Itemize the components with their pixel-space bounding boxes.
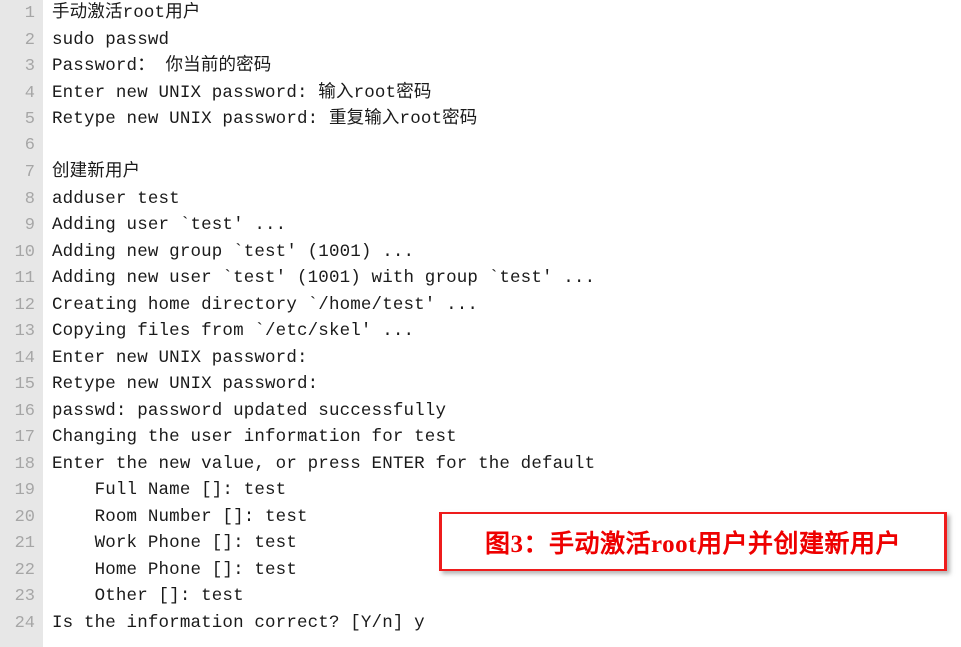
line-content: Home Phone []: test bbox=[52, 559, 297, 580]
line-content: Other []: test bbox=[52, 586, 244, 606]
line-number: 6 bbox=[24, 135, 35, 155]
code-line: 1 手动激活root用户 bbox=[0, 0, 961, 27]
code-line: 18 Enter the new value, or press ENTER fo… bbox=[0, 451, 961, 478]
code-line: 12 Creating home directory `/home/test' .… bbox=[0, 292, 961, 319]
code-line: 2 sudo passwd bbox=[0, 27, 961, 54]
line-content: Enter new UNIX password: bbox=[52, 347, 308, 368]
code-line: 19 Full Name []: test bbox=[0, 477, 961, 504]
line-content: Adding new user `test' (1001) with group… bbox=[52, 268, 596, 288]
line-content: Copying files from `/etc/skel' ... bbox=[52, 321, 415, 341]
line-content: Enter the new value, or press ENTER for … bbox=[52, 453, 596, 474]
line-number: 12 bbox=[14, 295, 35, 315]
line-content: adduser test bbox=[52, 188, 180, 209]
line-content: Retype new UNIX password: 重复输入root密码 bbox=[52, 109, 478, 129]
line-number: 16 bbox=[14, 401, 35, 421]
line-number: 23 bbox=[14, 587, 35, 606]
code-line: 5 Retype new UNIX password: 重复输入root密码 bbox=[0, 106, 961, 133]
code-line: 6 bbox=[0, 133, 961, 160]
code-line: 7 创建新用户 bbox=[0, 159, 961, 186]
code-line: 11 Adding new user `test' (1001) with gro… bbox=[0, 265, 961, 292]
code-line: 3 Password： 你当前的密码 bbox=[0, 53, 961, 80]
line-number: 10 bbox=[14, 242, 35, 262]
code-line: 8 adduser test bbox=[0, 186, 961, 213]
code-line: 23 Other []: test bbox=[0, 583, 961, 610]
line-content: Full Name []: test bbox=[52, 480, 287, 500]
code-line: 14 Enter new UNIX password: bbox=[0, 345, 961, 372]
line-number: 21 bbox=[14, 534, 35, 553]
line-number: 11 bbox=[14, 269, 35, 288]
line-number: 24 bbox=[14, 613, 35, 633]
line-content: 手动激活root用户 bbox=[52, 3, 201, 23]
line-content: Work Phone []: test bbox=[52, 533, 297, 553]
code-line: 13 Copying files from `/etc/skel' ... bbox=[0, 318, 961, 345]
line-content: Adding user `test' ... bbox=[52, 215, 287, 235]
line-number: 20 bbox=[14, 507, 35, 527]
line-number: 18 bbox=[14, 454, 35, 474]
line-number: 5 bbox=[24, 110, 35, 129]
figure-caption-text: 图3：手动激活root用户并创建新用户 bbox=[485, 530, 901, 558]
figure-caption-inner: 图3：手动激活root用户并创建新用户 bbox=[442, 514, 944, 569]
line-number: 7 bbox=[24, 163, 35, 182]
line-content: Adding new group `test' (1001) ... bbox=[52, 241, 415, 262]
code-line: 16 passwd: password updated successfully bbox=[0, 398, 961, 425]
line-content: Creating home directory `/home/test' ... bbox=[52, 294, 479, 315]
line-number: 1 bbox=[24, 4, 35, 23]
code-line: 24 Is the information correct? [Y/n] y bbox=[0, 610, 961, 637]
line-content: sudo passwd bbox=[52, 29, 170, 50]
line-content: Changing the user information for test bbox=[52, 427, 457, 447]
code-line: 10 Adding new group `test' (1001) ... bbox=[0, 239, 961, 266]
line-content: Is the information correct? [Y/n] y bbox=[52, 612, 425, 633]
line-number: 14 bbox=[14, 348, 35, 368]
line-content: Password： 你当前的密码 bbox=[52, 56, 272, 76]
line-number: 13 bbox=[14, 322, 35, 341]
line-number: 19 bbox=[14, 481, 35, 500]
line-content: Enter new UNIX password: 输入root密码 bbox=[52, 82, 432, 103]
line-content: passwd: password updated successfully bbox=[52, 400, 447, 421]
line-number: 2 bbox=[24, 30, 35, 50]
line-number: 17 bbox=[14, 428, 35, 447]
line-content: 创建新用户 bbox=[52, 162, 141, 182]
line-number: 22 bbox=[14, 560, 35, 580]
line-content: Retype new UNIX password: bbox=[52, 374, 319, 394]
figure-caption-box: 图3：手动激活root用户并创建新用户 bbox=[439, 512, 947, 571]
line-number: 15 bbox=[14, 375, 35, 394]
code-line: 4 Enter new UNIX password: 输入root密码 bbox=[0, 80, 961, 107]
code-line: 9 Adding user `test' ... bbox=[0, 212, 961, 239]
line-content: Room Number []: test bbox=[52, 506, 308, 527]
line-number: 3 bbox=[24, 57, 35, 76]
line-number: 8 bbox=[24, 189, 35, 209]
code-line: 17 Changing the user information for test bbox=[0, 424, 961, 451]
line-number: 9 bbox=[24, 216, 35, 235]
code-line: 15 Retype new UNIX password: bbox=[0, 371, 961, 398]
line-number: 4 bbox=[24, 83, 35, 103]
